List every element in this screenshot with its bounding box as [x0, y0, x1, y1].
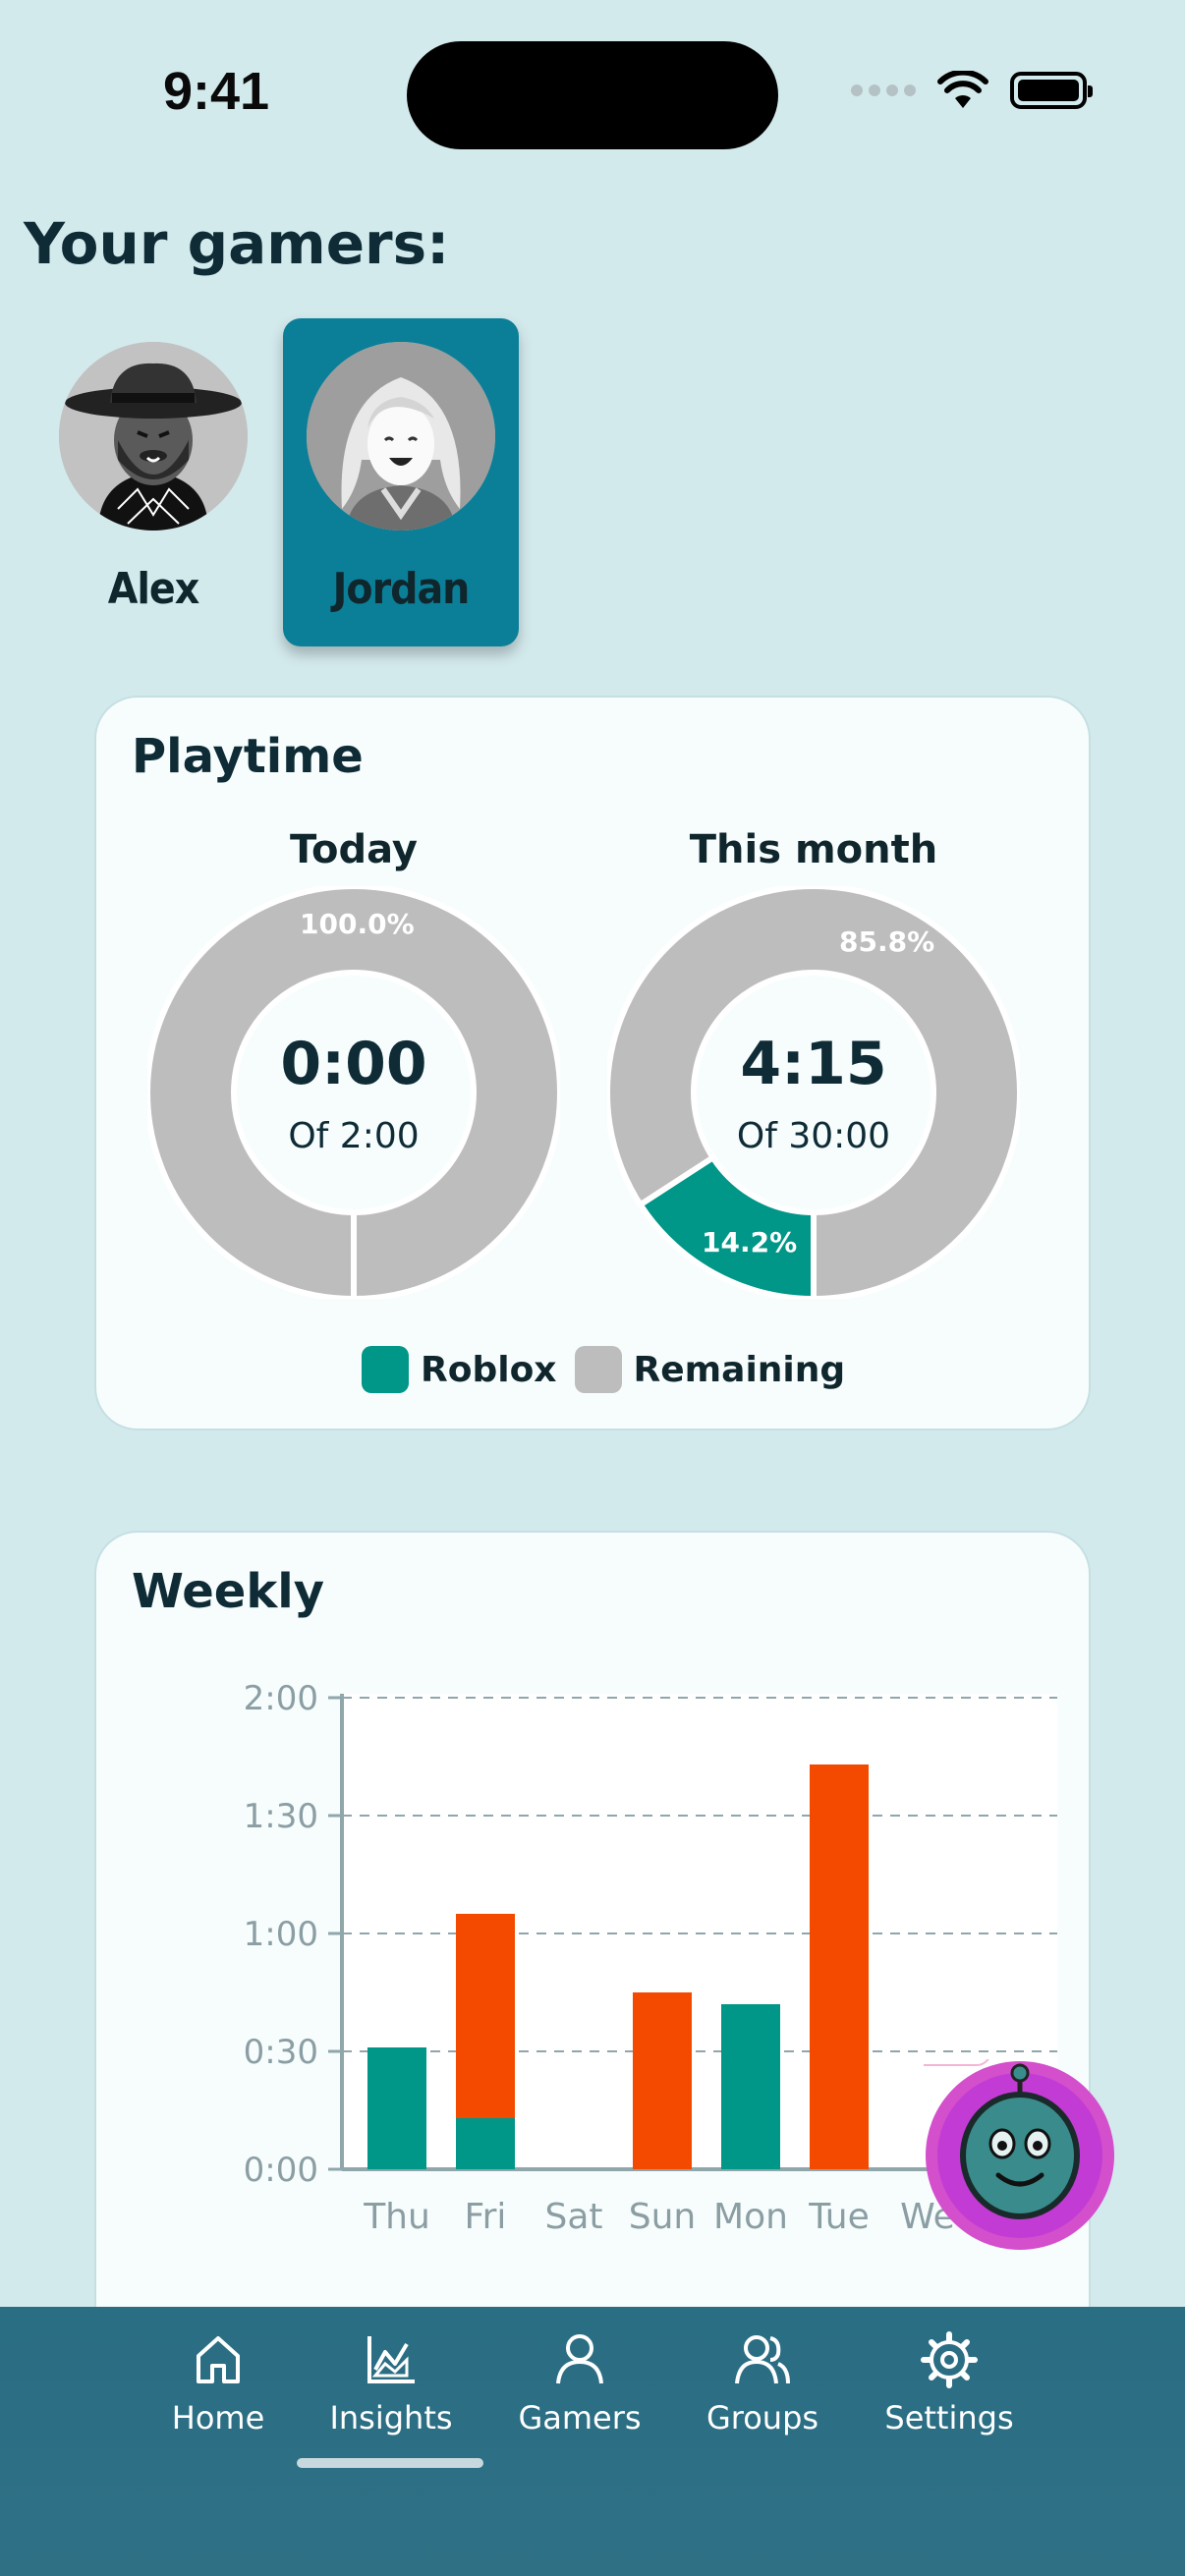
x-tick-label: Tue — [808, 2197, 870, 2237]
battery-icon — [1010, 72, 1093, 109]
playtime-title: Playtime — [132, 729, 364, 784]
y-tick-label: 1:00 — [244, 1915, 318, 1954]
weekly-bar-chart[interactable]: 0:000:301:001:302:00Thu Fri Sat Sun Mon Tue We — [96, 1641, 1089, 2368]
home-icon — [197, 2336, 240, 2383]
gamer-card-alex[interactable]: Alex — [35, 318, 271, 646]
nav-label-insights: Insights — [329, 2399, 453, 2436]
y-tick-label: 2:00 — [244, 1679, 318, 1718]
nav-label-groups: Groups — [705, 2399, 819, 2436]
legend-item-roblox[interactable]: Roblox — [362, 1346, 557, 1393]
x-tick-label: Thu — [363, 2197, 430, 2237]
today-sub: Of 2:00 — [288, 1115, 420, 1156]
nav-groups[interactable]: Groups — [664, 2330, 861, 2436]
gear-icon — [921, 2331, 978, 2388]
page-title: Your gamers: — [24, 210, 450, 277]
x-tick-label: Sat — [544, 2197, 602, 2237]
x-tick-label: Fri — [465, 2197, 507, 2237]
bottom-navigation: Home Insights Gamers Groups Settings — [0, 2307, 1185, 2576]
avatar-jordan — [307, 342, 495, 531]
legend-swatch-remaining — [574, 1346, 622, 1393]
nav-insights[interactable]: Insights — [293, 2330, 489, 2436]
group-icon — [735, 2335, 790, 2384]
playtime-card: Playtime Today 100.0% 0:00 Of 2:00 This … — [94, 696, 1091, 1430]
bar-tue-series-1 — [810, 1764, 869, 2169]
typing-bubble — [901, 2037, 991, 2066]
bar-thu-series-0 — [367, 2047, 426, 2169]
active-tab-indicator — [297, 2458, 483, 2468]
user-icon — [556, 2334, 603, 2384]
legend-swatch-roblox — [362, 1346, 409, 1393]
playtime-legend: Roblox Remaining — [362, 1346, 845, 1393]
legend-label-roblox: Roblox — [421, 1349, 557, 1390]
nav-label-settings: Settings — [884, 2399, 1014, 2436]
wifi-icon — [937, 71, 988, 108]
nav-settings[interactable]: Settings — [851, 2330, 1047, 2436]
month-label: This month — [689, 827, 938, 872]
y-tick-label: 0:00 — [244, 2151, 318, 2190]
month-donut[interactable]: 85.8% 14.2% 4:15 Of 30:00 — [604, 883, 1023, 1302]
gamer-card-jordan[interactable]: Jordan — [283, 318, 519, 646]
today-value: 0:00 — [280, 1029, 427, 1098]
nav-home[interactable]: Home — [120, 2330, 316, 2436]
bar-mon-series-0 — [721, 2004, 780, 2169]
status-icons — [851, 71, 1093, 110]
y-tick-label: 0:30 — [244, 2033, 318, 2072]
legend-item-remaining[interactable]: Remaining — [574, 1346, 846, 1393]
nav-label-gamers: Gamers — [518, 2399, 642, 2436]
x-tick-label: Sun — [629, 2197, 696, 2237]
gamer-name-jordan: Jordan — [332, 564, 471, 614]
insights-icon — [367, 2336, 415, 2383]
month-value: 4:15 — [740, 1029, 887, 1098]
nav-label-home: Home — [171, 2399, 265, 2436]
nav-gamers[interactable]: Gamers — [481, 2330, 678, 2436]
dynamic-island — [407, 41, 778, 149]
y-tick-label: 1:30 — [244, 1797, 318, 1836]
gamer-name-alex: Alex — [107, 564, 200, 614]
avatar-alex — [59, 342, 248, 531]
today-label: Today — [290, 827, 418, 872]
cellular-signal-icon — [851, 84, 916, 96]
bar-sun-series-1 — [633, 1992, 692, 2169]
today-donut[interactable]: 100.0% 0:00 Of 2:00 — [144, 883, 563, 1302]
legend-label-remaining: Remaining — [633, 1349, 846, 1390]
weekly-title: Weekly — [132, 1564, 325, 1619]
status-time: 9:41 — [163, 62, 270, 121]
bar-fri-series-1 — [456, 1914, 515, 2118]
bar-fri-series-0 — [456, 2118, 515, 2169]
month-sub: Of 30:00 — [736, 1115, 891, 1156]
x-tick-label: Mon — [713, 2197, 788, 2237]
assistant-robot-button[interactable] — [901, 2037, 1116, 2252]
